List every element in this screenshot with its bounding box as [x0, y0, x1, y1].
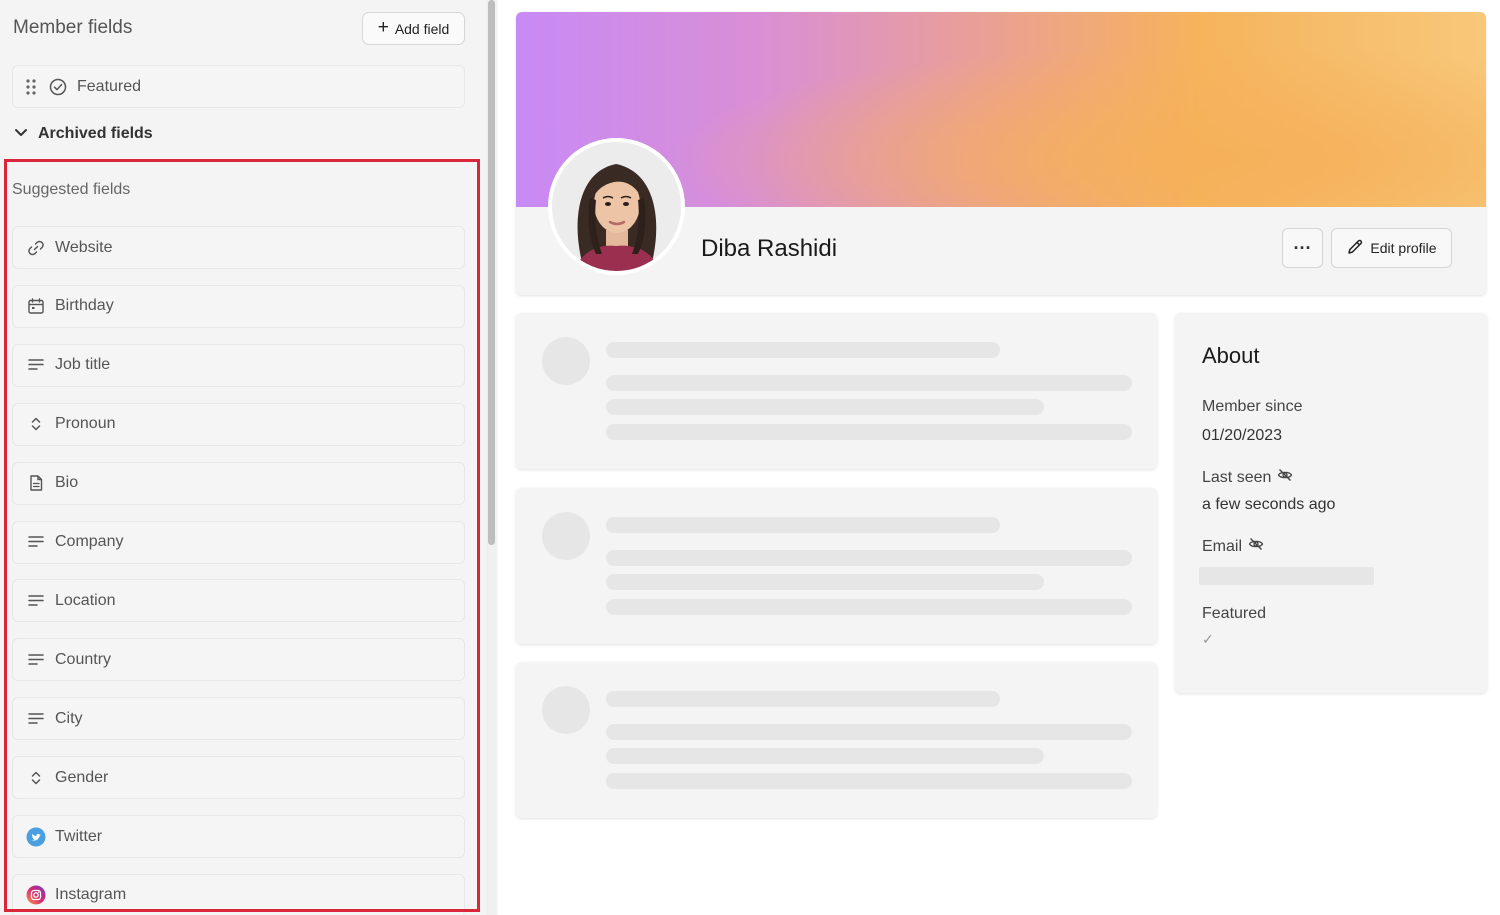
drag-handle-icon[interactable] [23, 78, 39, 96]
skeleton-line [606, 574, 1044, 590]
last-seen-value: a few seconds ago [1202, 496, 1336, 513]
more-icon: ··· [1293, 237, 1312, 258]
loading-card [516, 662, 1157, 818]
member-since-label-text: Member since [1202, 398, 1303, 415]
member-since-value: 01/20/2023 [1202, 427, 1283, 444]
eye-off-icon [1248, 536, 1264, 557]
skeleton-avatar [542, 512, 590, 560]
archived-fields-toggle[interactable]: Archived fields [14, 125, 153, 143]
member-since-label: Member since [1202, 398, 1302, 416]
skeleton-line [606, 342, 1000, 358]
email-value-placeholder [1199, 567, 1374, 585]
email-label-text: Email [1202, 537, 1243, 555]
more-options-button[interactable]: ··· [1282, 228, 1323, 268]
about-title: About [1202, 343, 1260, 368]
check-icon: ✓ [1202, 631, 1214, 647]
loading-card [516, 313, 1157, 469]
skeleton-line [606, 773, 1132, 789]
skeleton-avatar [542, 337, 590, 385]
profile-name: Diba Rashidi [701, 235, 838, 262]
last-seen-label-text: Last seen [1202, 468, 1272, 486]
pencil-icon [1346, 238, 1364, 259]
avatar[interactable] [548, 138, 685, 275]
skeleton-line [606, 724, 1132, 740]
check-circle-icon [47, 76, 69, 98]
scrollbar-thumb[interactable] [488, 0, 495, 545]
about-card: About Member since 01/20/2023 Last seen … [1175, 313, 1487, 693]
skeleton-line [606, 550, 1132, 566]
scrollbar[interactable] [486, 0, 496, 915]
edit-profile-button[interactable]: Edit profile [1331, 228, 1452, 268]
panel-divider [496, 0, 498, 915]
field-label: Featured [77, 77, 142, 95]
skeleton-line [606, 375, 1132, 391]
plus-icon: + [377, 17, 389, 38]
field-row-featured[interactable]: Featured [12, 65, 465, 108]
eye-off-icon [1277, 467, 1293, 488]
archived-fields-label: Archived fields [38, 125, 153, 142]
chevron-down-icon [14, 125, 28, 143]
featured-label: Featured [1202, 605, 1266, 623]
skeleton-line [606, 691, 1000, 707]
highlight-box [4, 159, 480, 912]
skeleton-line [606, 599, 1132, 615]
loading-card [516, 488, 1157, 644]
skeleton-line [606, 399, 1044, 415]
panel-title: Member fields [13, 17, 133, 38]
email-label: Email [1202, 536, 1264, 557]
skeleton-line [606, 517, 1000, 533]
member-fields-panel: Member fields + Add field Featured Archi… [0, 0, 486, 915]
edit-profile-label: Edit profile [1370, 240, 1437, 256]
last-seen-label: Last seen [1202, 467, 1293, 488]
skeleton-avatar [542, 686, 590, 734]
featured-label-text: Featured [1202, 605, 1267, 622]
add-field-button[interactable]: + Add field [362, 12, 465, 45]
add-field-label: Add field [394, 20, 450, 37]
skeleton-line [606, 424, 1132, 440]
skeleton-line [606, 748, 1044, 764]
